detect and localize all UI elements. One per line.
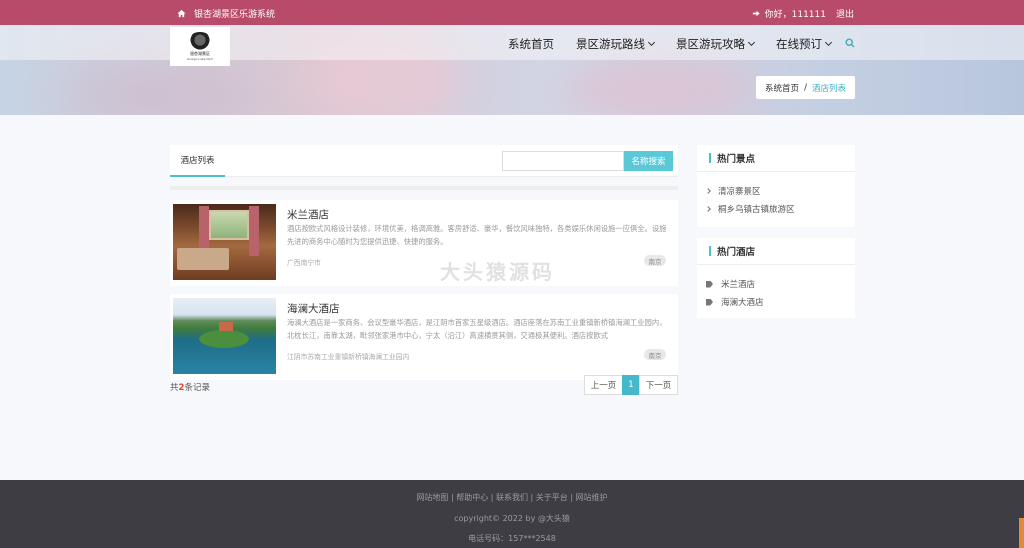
hotel-image[interactable]: [173, 298, 276, 374]
logo-emblem: [188, 32, 212, 50]
footer-copyright: copyright© 2022 by @大头猿: [454, 514, 570, 523]
nav-item-booking[interactable]: 在线预订: [776, 36, 833, 52]
hotel-address: 江阴市苏南工业重镇新桥镇海澜工业园内: [287, 353, 410, 361]
hot-hotels-widget: 热门酒店 米兰酒店 海澜大酒店: [697, 238, 855, 318]
chevron-down-icon: [647, 38, 656, 47]
image-detail: [219, 322, 233, 331]
hotel-address: 广西南宁市: [287, 259, 321, 267]
list-header: 酒店列表 名称搜索: [170, 145, 678, 177]
scrollbar[interactable]: [1019, 518, 1024, 548]
greeting: 你好，111111: [764, 10, 826, 20]
record-prefix: 共: [170, 383, 179, 393]
prev-page-button[interactable]: 上一页: [584, 375, 623, 395]
chevron-right-icon: [705, 206, 711, 212]
pagination: 上一页 1 下一页: [584, 375, 678, 395]
hotel-tag: 南京: [644, 349, 666, 360]
list-item[interactable]: 米兰酒店 酒店按欧式风格设计装修，环境优美，格调高雅。客房舒适、豪华，餐饮风味独…: [170, 200, 678, 286]
search-input[interactable]: [502, 151, 624, 171]
hot-hotel-item[interactable]: 米兰酒店: [706, 278, 755, 290]
widget-title: 热门景点: [717, 154, 756, 165]
banner-decor: [60, 65, 260, 115]
login-icon: [752, 10, 760, 17]
home-icon: [177, 9, 186, 18]
hotel-image[interactable]: [173, 204, 276, 280]
hot-spots-widget: 热门景点 清凉寨景区 桐乡乌镇古镇旅游区: [697, 145, 855, 227]
accent-bar: [709, 153, 711, 163]
list-item[interactable]: 海澜大酒店 海澜大酒店是一家商务、会议型豪华酒店，是江阴市首家五星级酒店。酒店座…: [170, 294, 678, 380]
hot-spot-label: 桐乡乌镇古镇旅游区: [718, 205, 795, 215]
banner-decor: [560, 55, 760, 115]
record-suffix: 条记录: [184, 383, 210, 393]
watermark: 大头猿源码: [440, 260, 555, 284]
hot-hotel-label: 海澜大酒店: [721, 298, 764, 308]
main-nav: 系统首页 景区游玩路线 景区游玩攻略 在线预订: [508, 36, 833, 52]
footer: 网站地图 | 帮助中心 | 联系我们 | 关于平台 | 网站维护 copyrig…: [0, 480, 1024, 548]
nav-label: 在线预订: [776, 37, 822, 51]
tag-icon: [706, 280, 713, 288]
accent-bar: [709, 246, 711, 256]
hotel-title[interactable]: 米兰酒店: [287, 207, 329, 222]
logout-link[interactable]: 退出: [836, 7, 854, 20]
widget-title: 热门酒店: [717, 247, 756, 258]
page-number-button[interactable]: 1: [622, 375, 640, 395]
site-name: 银杏湖景区乐游系统: [194, 10, 276, 20]
logo[interactable]: 银杏湖景区 Ginkgo Lake Park: [170, 27, 230, 66]
nav-item-home[interactable]: 系统首页: [508, 36, 554, 52]
top-bar: 银杏湖景区乐游系统 你好，111111 退出: [0, 0, 1024, 25]
hotel-description: 海澜大酒店是一家商务、会议型豪华酒店，是江阴市首家五星级酒店。酒店座落在苏南工业…: [287, 318, 667, 340]
breadcrumb-home[interactable]: 系统首页: [765, 82, 799, 94]
image-detail: [249, 206, 259, 256]
footer-links[interactable]: 网站地图 | 帮助中心 | 联系我们 | 关于平台 | 网站维护: [0, 492, 1024, 503]
tab-hotel-list[interactable]: 酒店列表: [170, 145, 225, 177]
user-area: 你好，111111 退出: [752, 7, 854, 20]
breadcrumb-current: 酒店列表: [811, 83, 846, 94]
nav-item-guides[interactable]: 景区游玩攻略: [676, 36, 756, 52]
breadcrumb-separator: /: [804, 82, 807, 93]
hot-spot-label: 清凉寨景区: [718, 187, 761, 197]
chevron-right-icon: [705, 188, 711, 194]
next-page-button[interactable]: 下一页: [639, 375, 678, 395]
nav-label: 景区游玩攻略: [676, 37, 745, 51]
footer-phone: 电话号码：157***2548: [468, 534, 556, 543]
widget-header: 热门景点: [697, 145, 855, 172]
search-button[interactable]: 名称搜索: [624, 151, 673, 171]
divider: [170, 186, 678, 190]
hot-hotel-item[interactable]: 海澜大酒店: [706, 296, 764, 308]
image-detail: [177, 248, 229, 270]
chevron-down-icon: [747, 38, 756, 47]
breadcrumb: 系统首页 / 酒店列表: [756, 76, 855, 99]
nav-label: 系统首页: [508, 37, 554, 51]
record-count: 共2条记录: [170, 381, 210, 393]
hot-spot-item[interactable]: 桐乡乌镇古镇旅游区: [705, 203, 795, 215]
logo-subtext: Ginkgo Lake Park: [186, 57, 214, 61]
chevron-down-icon: [824, 38, 833, 47]
hot-hotel-label: 米兰酒店: [721, 280, 756, 290]
image-detail: [199, 330, 249, 348]
image-detail: [209, 210, 249, 240]
tag-icon: [706, 298, 713, 306]
nav-item-routes[interactable]: 景区游玩路线: [576, 36, 656, 52]
search-icon[interactable]: [845, 38, 855, 48]
site-title[interactable]: 银杏湖景区乐游系统: [177, 7, 275, 20]
hotel-tag: 南京: [644, 255, 666, 266]
widget-header: 热门酒店: [697, 238, 855, 265]
nav-label: 景区游玩路线: [576, 37, 645, 51]
hotel-description: 酒店按欧式风格设计装修，环境优美，格调高雅。客房舒适、豪华，餐饮风味独特，各类娱…: [287, 224, 667, 246]
hot-spot-item[interactable]: 清凉寨景区: [705, 185, 761, 197]
hotel-title[interactable]: 海澜大酒店: [287, 301, 340, 316]
